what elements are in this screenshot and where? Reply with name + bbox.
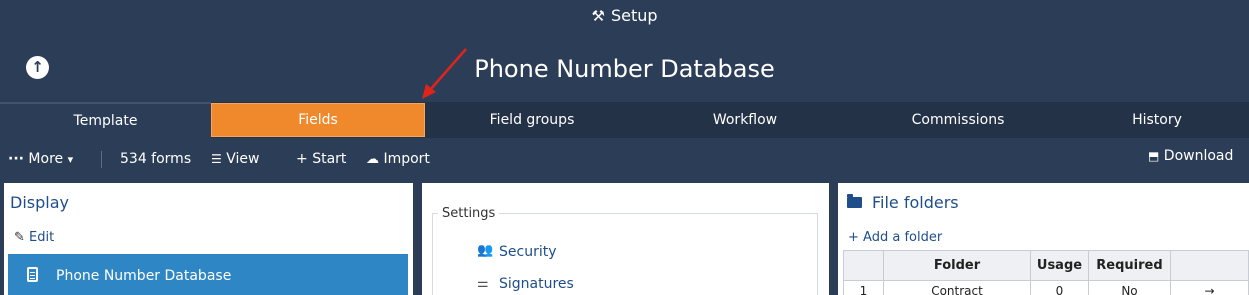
settings-panel: Settings 👥 Security ⚌ Signatures: [422, 183, 829, 295]
tab-commissions[interactable]: Commissions: [851, 102, 1065, 138]
tab-template[interactable]: Template: [0, 102, 211, 138]
display-title: Display: [10, 193, 69, 212]
plus-icon: +: [848, 230, 859, 245]
download-label: Download: [1163, 148, 1234, 164]
document-icon: [27, 267, 38, 282]
sliders-icon: ⚌: [477, 276, 489, 291]
file-folders-panel: File folders + Add a folder Folder Usage…: [838, 183, 1249, 295]
edit-link[interactable]: ✎ Edit: [14, 230, 54, 245]
settings-legend: Settings: [438, 206, 500, 221]
tab-bar: Template Fields Field groups Workflow Co…: [0, 102, 1249, 138]
folder-column-header[interactable]: Folder: [883, 250, 1031, 281]
settings-item-signatures[interactable]: Signatures: [499, 276, 574, 292]
chevron-down-icon: ▾: [67, 153, 74, 166]
tab-history[interactable]: History: [1065, 102, 1249, 138]
add-folder-link[interactable]: + Add a folder: [848, 230, 942, 245]
folder-icon: [847, 194, 862, 208]
more-menu-button[interactable]: ··· More ▾: [8, 151, 73, 167]
tab-field-groups[interactable]: Field groups: [425, 102, 639, 138]
download-tray-icon: ⬒: [1148, 149, 1160, 163]
row-usage: 0: [1030, 280, 1089, 295]
more-label: More: [28, 151, 64, 167]
import-button[interactable]: ☁ Import: [366, 151, 430, 167]
actions-column-header: [1170, 250, 1249, 281]
settings-item-security[interactable]: Security: [499, 244, 557, 260]
list-icon: ☰: [211, 152, 222, 166]
view-label: View: [226, 151, 260, 167]
selected-form-label: Phone Number Database: [56, 268, 232, 284]
table-row[interactable]: 1 Contract 0 No →: [843, 280, 1249, 295]
ellipsis-icon: ···: [8, 151, 24, 167]
add-folder-label: Add a folder: [863, 230, 943, 245]
tab-fields[interactable]: Fields: [211, 103, 425, 137]
edit-label: Edit: [29, 230, 55, 245]
users-icon: 👥: [477, 243, 494, 258]
pencil-icon: ✎: [14, 230, 25, 245]
row-required: No: [1088, 280, 1171, 295]
setup-label: Setup: [610, 6, 658, 25]
toolbar-divider: [101, 151, 102, 168]
row-folder: Contract: [883, 280, 1031, 295]
page-title: Phone Number Database: [474, 55, 775, 83]
import-label: Import: [383, 151, 430, 167]
start-button[interactable]: + Start: [296, 151, 346, 167]
cloud-upload-icon: ☁: [366, 152, 379, 167]
index-column-header: [843, 250, 884, 281]
required-column-header[interactable]: Required: [1088, 250, 1171, 281]
top-header: ⚒ Setup ↑ Phone Number Database: [0, 0, 1249, 102]
display-panel: Display ✎ Edit Phone Number Database: [4, 183, 413, 295]
table-header-row: Folder Usage Required: [843, 250, 1249, 281]
file-folders-title: File folders: [872, 193, 959, 212]
start-label: Start: [312, 151, 347, 167]
row-actions[interactable]: →: [1170, 280, 1249, 295]
arrow-right-icon: →: [1204, 283, 1215, 295]
forms-count: 534 forms: [120, 151, 192, 167]
tab-workflow[interactable]: Workflow: [639, 102, 851, 138]
view-button[interactable]: ☰ View: [211, 151, 259, 167]
plus-icon: +: [296, 151, 308, 167]
toolbar: ··· More ▾ 534 forms ☰ View + Start ☁ Im…: [0, 138, 1249, 180]
download-button[interactable]: ⬒ Download: [1148, 148, 1233, 164]
setup-heading[interactable]: ⚒ Setup: [0, 6, 1249, 25]
tools-icon: ⚒: [591, 7, 605, 25]
usage-column-header[interactable]: Usage: [1030, 250, 1089, 281]
row-index: 1: [843, 280, 884, 295]
selected-form-item[interactable]: Phone Number Database: [8, 254, 408, 295]
folders-table: Folder Usage Required 1 Contract 0 No →: [843, 250, 1249, 295]
annotation-arrow-icon: [422, 48, 467, 99]
